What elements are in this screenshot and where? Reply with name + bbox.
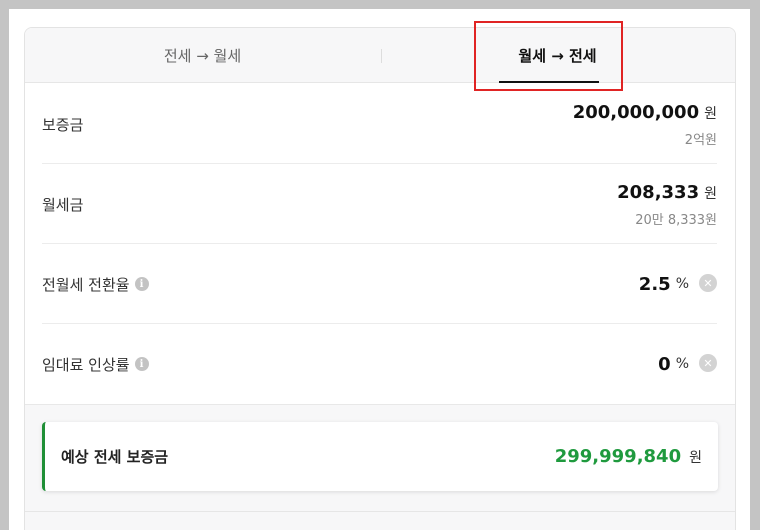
conversion-tabs: 전세 → 월세 월세 → 전세 <box>25 28 735 83</box>
conversion-rate-label: 전월세 전환율 <box>42 275 130 294</box>
clear-rent-increase-button[interactable]: ✕ <box>699 354 717 372</box>
rent-increase-label: 임대료 인상률 <box>42 355 130 374</box>
active-tab-underline <box>499 81 599 83</box>
tab-wolse-to-jeonse-label: 월세 → 전세 <box>518 47 597 65</box>
result-unit: 원 <box>689 449 702 466</box>
conversion-rate-row: 전월세 전환율 i 2.5 % ✕ <box>42 244 717 324</box>
tab-jeonse-to-wolse[interactable]: 전세 → 월세 <box>25 28 380 83</box>
monthly-rent-value[interactable]: 208,333 <box>617 182 699 203</box>
deposit-row: 보증금 200,000,000 원 2억원 <box>42 84 717 164</box>
rent-increase-unit: % <box>675 356 689 372</box>
result-value-wrap: 299,999,840 원 <box>555 422 702 491</box>
screenshot-frame: 전세 → 월세 월세 → 전세 보증금 200,000,000 원 2억원 월세… <box>9 9 750 530</box>
close-icon: ✕ <box>703 276 713 290</box>
bottom-divider <box>25 511 735 512</box>
info-icon[interactable]: i <box>134 357 149 371</box>
close-icon: ✕ <box>703 356 713 370</box>
result-section: 예상 전세 보증금 299,999,840 원 <box>25 404 735 530</box>
deposit-value[interactable]: 200,000,000 <box>573 102 699 123</box>
rent-increase-value[interactable]: 0 <box>658 354 671 375</box>
monthly-rent-korean-amount: 20만 8,333원 <box>635 213 717 228</box>
conversion-rate-label-wrap: 전월세 전환율 i <box>42 244 149 324</box>
tab-jeonse-to-wolse-label: 전세 → 월세 <box>163 47 242 65</box>
deposit-label: 보증금 <box>42 115 84 134</box>
tab-wolse-to-jeonse[interactable]: 월세 → 전세 <box>380 28 735 83</box>
result-label: 예상 전세 보증금 <box>61 448 169 466</box>
rent-increase-row: 임대료 인상률 i 0 % ✕ <box>42 324 717 404</box>
expected-deposit-result: 예상 전세 보증금 299,999,840 원 <box>42 422 718 491</box>
deposit-korean-amount: 2억원 <box>684 133 717 148</box>
rent-calculator-card: 전세 → 월세 월세 → 전세 보증금 200,000,000 원 2억원 월세… <box>24 27 736 530</box>
clear-conversion-rate-button[interactable]: ✕ <box>699 274 717 292</box>
conversion-rate-value[interactable]: 2.5 <box>639 274 671 295</box>
conversion-rate-input[interactable]: 2.5 % <box>639 244 689 324</box>
monthly-rent-unit: 원 <box>704 186 717 202</box>
monthly-rent-input[interactable]: 208,333 원 <box>617 182 717 203</box>
rent-increase-input[interactable]: 0 % <box>658 324 689 404</box>
conversion-rate-unit: % <box>675 276 689 292</box>
monthly-rent-row: 월세금 208,333 원 20만 8,333원 <box>42 164 717 244</box>
deposit-input[interactable]: 200,000,000 원 <box>573 102 717 123</box>
info-icon[interactable]: i <box>134 277 149 291</box>
monthly-rent-label: 월세금 <box>42 195 84 214</box>
rent-increase-label-wrap: 임대료 인상률 i <box>42 324 149 404</box>
result-value: 299,999,840 <box>554 446 682 467</box>
deposit-unit: 원 <box>704 106 717 122</box>
